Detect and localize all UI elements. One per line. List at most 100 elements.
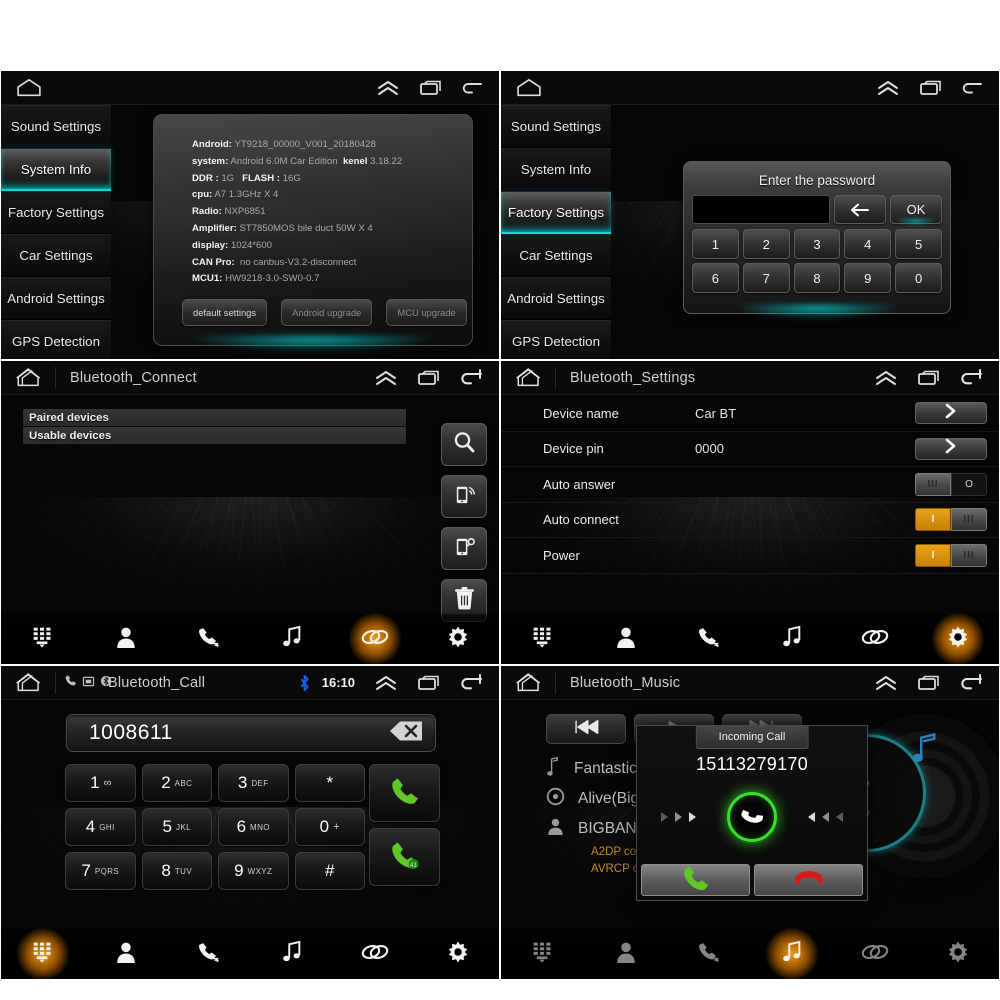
auto-answer-toggle[interactable]: III O bbox=[915, 472, 987, 496]
home-icon[interactable] bbox=[15, 368, 43, 388]
key-5[interactable]: 5 bbox=[895, 229, 942, 259]
usable-devices-header[interactable]: Usable devices bbox=[23, 427, 406, 445]
dial-key-1[interactable]: 1 ∞ bbox=[65, 764, 136, 802]
nav-contacts[interactable] bbox=[84, 614, 167, 664]
nav-dialpad[interactable] bbox=[1, 614, 84, 664]
ok-button[interactable]: OK bbox=[890, 195, 942, 224]
chevron-up-icon[interactable] bbox=[877, 80, 899, 96]
nav-dialpad[interactable] bbox=[501, 614, 584, 664]
nav-contacts[interactable] bbox=[584, 614, 667, 664]
call-button[interactable] bbox=[369, 764, 440, 822]
nav-contacts[interactable] bbox=[584, 929, 667, 979]
nav-dialpad[interactable] bbox=[1, 929, 84, 979]
key-8[interactable]: 8 bbox=[793, 263, 841, 293]
recents-icon[interactable] bbox=[919, 80, 941, 96]
dial-key-2[interactable]: 2 ABC bbox=[141, 764, 212, 802]
dial-key-7[interactable]: 7 PQRS bbox=[65, 852, 136, 890]
power-toggle[interactable]: I III bbox=[915, 543, 987, 567]
recents-icon[interactable] bbox=[419, 80, 441, 96]
chevron-up-icon[interactable] bbox=[377, 80, 399, 96]
nav-settings[interactable] bbox=[416, 929, 499, 979]
row-auto-answer[interactable]: Auto answer III O bbox=[501, 467, 999, 503]
dial-key-3[interactable]: 3 DEF bbox=[218, 764, 289, 802]
scan-device-button[interactable] bbox=[441, 475, 487, 518]
sidebar-item-system-info[interactable]: System Info bbox=[501, 148, 611, 191]
device-pin-edit-button[interactable] bbox=[915, 437, 987, 460]
device-name-edit-button[interactable] bbox=[915, 402, 987, 425]
sidebar-item-android-settings[interactable]: Android Settings bbox=[1, 277, 111, 320]
nav-music[interactable] bbox=[250, 929, 333, 979]
nav-call-history[interactable] bbox=[167, 929, 250, 979]
dial-key-8[interactable]: 8 TUV bbox=[141, 852, 212, 890]
back-icon[interactable] bbox=[959, 674, 983, 692]
nav-link[interactable] bbox=[833, 614, 916, 664]
key-9[interactable]: 9 bbox=[844, 263, 892, 293]
row-device-name[interactable]: Device name Car BT bbox=[501, 396, 999, 432]
key-7[interactable]: 7 bbox=[742, 263, 790, 293]
home-icon[interactable] bbox=[15, 673, 43, 693]
row-device-pin[interactable]: Device pin 0000 bbox=[501, 432, 999, 467]
chevron-up-icon[interactable] bbox=[875, 370, 897, 386]
android-upgrade-button[interactable]: Android upgrade bbox=[281, 299, 373, 327]
home-icon[interactable] bbox=[515, 673, 543, 693]
nav-music[interactable] bbox=[750, 614, 833, 664]
auto-connect-toggle[interactable]: I III bbox=[915, 508, 987, 532]
sidebar-item-gps-detection[interactable]: GPS Detection bbox=[501, 320, 611, 359]
nav-contacts[interactable] bbox=[84, 929, 167, 979]
chevron-up-icon[interactable] bbox=[875, 675, 897, 691]
backspace-button[interactable] bbox=[834, 195, 886, 224]
back-icon[interactable] bbox=[461, 80, 483, 96]
row-auto-connect[interactable]: Auto connect I III bbox=[501, 503, 999, 538]
number-display[interactable]: 1008611 bbox=[66, 714, 436, 752]
nav-settings[interactable] bbox=[916, 929, 999, 979]
nav-call-history[interactable] bbox=[167, 614, 250, 664]
dial-key-4[interactable]: 4 GHI bbox=[65, 808, 136, 846]
dial-key-hash[interactable]: # bbox=[294, 852, 365, 890]
pair-device-button[interactable] bbox=[441, 527, 487, 570]
sidebar-item-factory-settings[interactable]: Factory Settings bbox=[501, 191, 611, 234]
dial-key-star[interactable]: * bbox=[294, 764, 365, 802]
mcu-upgrade-button[interactable]: MCU upgrade bbox=[386, 299, 467, 327]
back-icon[interactable] bbox=[459, 369, 483, 387]
key-1[interactable]: 1 bbox=[692, 229, 739, 259]
nav-link[interactable] bbox=[333, 929, 416, 979]
key-6[interactable]: 6 bbox=[692, 263, 739, 293]
nav-music[interactable] bbox=[750, 929, 833, 979]
nav-settings[interactable] bbox=[416, 614, 499, 664]
nav-settings[interactable] bbox=[916, 614, 999, 664]
recents-icon[interactable] bbox=[417, 370, 439, 386]
reject-call-button[interactable] bbox=[754, 864, 863, 896]
dial-key-9[interactable]: 9 WXYZ bbox=[218, 852, 289, 890]
chevron-up-icon[interactable] bbox=[375, 675, 397, 691]
call-transfer-button[interactable] bbox=[369, 828, 440, 886]
nav-link[interactable] bbox=[333, 614, 416, 664]
paired-devices-header[interactable]: Paired devices bbox=[23, 409, 406, 427]
sidebar-item-sound-settings[interactable]: Sound Settings bbox=[1, 105, 111, 148]
password-input[interactable] bbox=[692, 195, 830, 224]
recents-icon[interactable] bbox=[917, 370, 939, 386]
key-0[interactable]: 0 bbox=[895, 263, 942, 293]
nav-call-history[interactable] bbox=[667, 929, 750, 979]
sidebar-item-car-settings[interactable]: Car Settings bbox=[1, 234, 111, 277]
nav-music[interactable] bbox=[250, 614, 333, 664]
nav-link[interactable] bbox=[833, 929, 916, 979]
key-4[interactable]: 4 bbox=[844, 229, 892, 259]
nav-dialpad[interactable] bbox=[501, 929, 584, 979]
sidebar-item-gps-detection[interactable]: GPS Detection bbox=[1, 320, 111, 359]
back-icon[interactable] bbox=[961, 80, 983, 96]
row-power[interactable]: Power I III bbox=[501, 538, 999, 574]
default-settings-button[interactable]: default settings bbox=[182, 299, 268, 327]
home-icon[interactable] bbox=[15, 78, 43, 98]
nav-call-history[interactable] bbox=[667, 614, 750, 664]
sidebar-item-system-info[interactable]: System Info bbox=[1, 148, 111, 191]
sidebar-item-car-settings[interactable]: Car Settings bbox=[501, 234, 611, 277]
sidebar-item-sound-settings[interactable]: Sound Settings bbox=[501, 105, 611, 148]
key-3[interactable]: 3 bbox=[793, 229, 841, 259]
sidebar-item-android-settings[interactable]: Android Settings bbox=[501, 277, 611, 320]
home-icon[interactable] bbox=[515, 78, 543, 98]
chevron-up-icon[interactable] bbox=[375, 370, 397, 386]
accept-call-button[interactable] bbox=[641, 864, 750, 896]
search-button[interactable] bbox=[441, 423, 487, 466]
back-icon[interactable] bbox=[459, 674, 483, 692]
sidebar-item-factory-settings[interactable]: Factory Settings bbox=[1, 191, 111, 234]
